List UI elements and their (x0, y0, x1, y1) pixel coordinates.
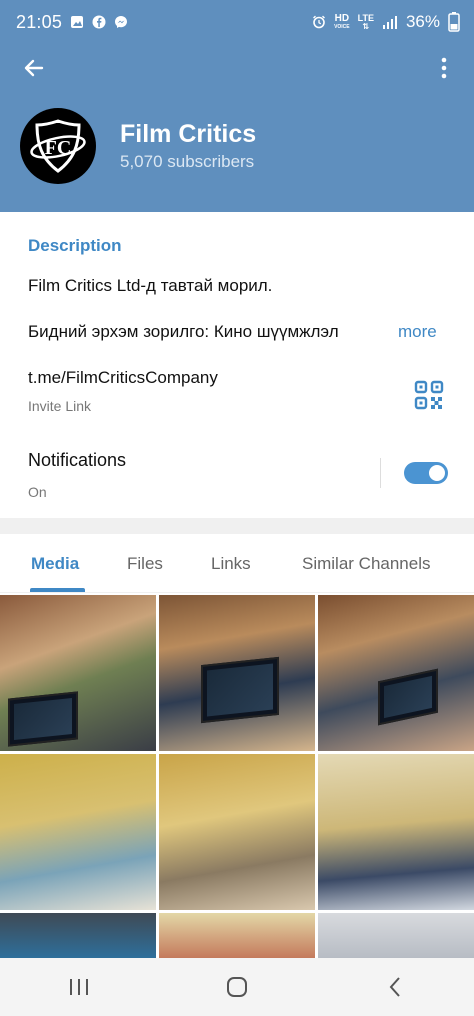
back-nav-icon (389, 977, 400, 997)
arrow-left-icon (24, 59, 44, 77)
active-tab-indicator (30, 588, 85, 592)
laptop-image (378, 668, 438, 726)
media-thumbnail[interactable] (318, 754, 474, 910)
channel-avatar[interactable]: FC (20, 108, 96, 184)
media-thumbnail[interactable] (159, 595, 315, 751)
notifications-label: Notifications (28, 450, 127, 470)
hd-voice-icon: HD VOICE (334, 13, 350, 31)
divider (380, 458, 381, 488)
media-thumbnail[interactable] (0, 595, 156, 751)
film-critics-logo: FC (30, 119, 86, 173)
recent-apps-button[interactable] (49, 967, 109, 1007)
tab-links[interactable]: Links (211, 554, 251, 574)
svg-text:FC: FC (45, 137, 72, 159)
media-grid (0, 593, 474, 958)
battery-percent: 36% (405, 12, 440, 31)
qr-code-icon[interactable] (414, 380, 444, 410)
notifications-state: On (28, 484, 47, 500)
tab-similar-channels[interactable]: Similar Channels (302, 554, 431, 574)
lte-icon: LTE ⇅ (357, 13, 374, 31)
app-bar (0, 44, 474, 92)
media-thumbnail[interactable] (318, 913, 474, 958)
facebook-icon (92, 15, 106, 29)
gallery-icon (71, 16, 84, 28)
tab-media[interactable]: Media (31, 554, 79, 574)
home-icon (227, 977, 247, 997)
signal-icon (382, 16, 397, 29)
back-button[interactable] (18, 52, 50, 84)
media-thumbnail[interactable] (0, 913, 156, 958)
laptop-image (201, 656, 279, 724)
more-vertical-icon (441, 57, 447, 79)
more-options-button[interactable] (428, 52, 460, 84)
toggle-knob (427, 463, 447, 483)
channel-info: Description Film Critics Ltd-д тавтай мо… (0, 212, 474, 518)
subscriber-count: 5,070 subscribers (120, 152, 255, 171)
section-gap (0, 518, 474, 534)
channel-title: Film Critics (120, 120, 257, 148)
home-button[interactable] (207, 967, 267, 1007)
recent-apps-icon (70, 979, 88, 995)
status-time: 21:05 (16, 11, 63, 32)
channel-header: 21:05 HD VOICE LTE ⇅ 36% FC Film Critics 5 (0, 0, 474, 212)
invite-link-caption: Invite Link (28, 398, 92, 414)
battery-icon (448, 12, 460, 32)
media-thumbnail[interactable] (159, 913, 315, 958)
media-thumbnail[interactable] (0, 754, 156, 910)
nav-back-button[interactable] (365, 967, 425, 1007)
more-link[interactable]: more (398, 322, 437, 342)
description-line-1: Film Critics Ltd-д тавтай морил. (28, 276, 273, 295)
notifications-toggle[interactable] (404, 462, 448, 484)
status-bar: 21:05 HD VOICE LTE ⇅ 36% (0, 0, 474, 44)
description-heading: Description (28, 236, 122, 255)
media-thumbnail[interactable] (159, 754, 315, 910)
media-thumbnail[interactable] (318, 595, 474, 751)
tab-files[interactable]: Files (127, 554, 163, 574)
laptop-image (8, 691, 78, 747)
alarm-icon (313, 15, 326, 29)
media-tabs: Media Files Links Similar Channels (0, 534, 474, 592)
messenger-icon (115, 16, 128, 28)
system-nav-bar (0, 958, 474, 1016)
invite-link[interactable]: t.me/FilmCriticsCompany (28, 368, 218, 388)
description-line-2: Бидний эрхэм зорилго: Кино шүүмжлэл (28, 322, 339, 341)
